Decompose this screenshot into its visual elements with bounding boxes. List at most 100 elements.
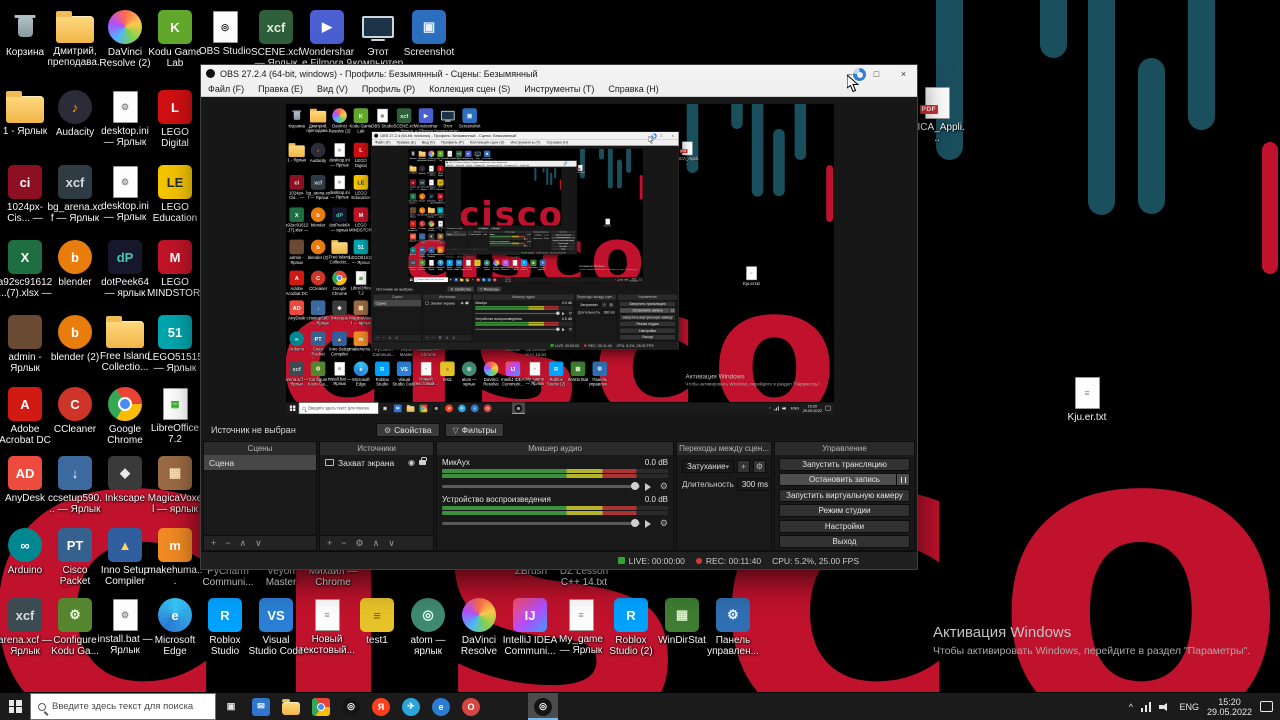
control-режим-студии-button[interactable]: Режим студии: [779, 504, 910, 517]
desktop-icon-davinci-resolve[interactable]: DaVinci Resolve: [451, 598, 507, 657]
sources-properties-icon[interactable]: ⚙: [356, 538, 364, 549]
desktop-icon-ccsetup590-ярлык[interactable]: ↓ ccsetup590... — Ярлык: [47, 456, 103, 515]
volume-slider-knob[interactable]: [630, 482, 639, 490]
add-transition-button[interactable]: +: [737, 460, 750, 473]
desktop-icon-этот-компьютер[interactable]: Этот компьютер: [350, 10, 406, 69]
desktop-icon-lego51515-ярлык[interactable]: 51 LEGO51515 — Ярлык: [147, 315, 203, 374]
start-button[interactable]: [0, 693, 30, 720]
menu-профиль-p[interactable]: Профиль (P): [355, 84, 422, 94]
desktop-icon-scene-xcf-ярлык[interactable]: xcfSCENE.xcf — Ярлык: [248, 10, 304, 69]
desktop-icon-obs-studio[interactable]: ◎ OBS Studio: [197, 10, 253, 57]
desktop-icon-дмитрий-преподава[interactable]: Дмитрий, преподава...: [47, 10, 103, 69]
desktop-icon-davinci-resolve-2[interactable]: DaVinci Resolve (2): [97, 10, 153, 69]
menu-вид-v[interactable]: Вид (V): [310, 84, 355, 94]
transition-properties-button[interactable]: ⚙: [753, 460, 766, 473]
desktop-icon-lego-education[interactable]: LE LEGO Education: [147, 165, 203, 224]
desktop-icon-test1[interactable]: ≡ test1: [349, 598, 405, 646]
desktop-icon-desktop-ini-ярлык[interactable]: ⚙ desktop.ini — Ярлык: [97, 90, 153, 148]
desktop-icon-lego-mindstor[interactable]: M LEGO MINDSTOR...: [147, 240, 203, 300]
transition-select[interactable]: Затухание ▾: [682, 460, 734, 473]
sources-move-down-icon[interactable]: ∨: [388, 538, 395, 549]
desktop-icon-visual-studio-code[interactable]: VS Visual Studio Code: [248, 598, 304, 657]
menu-коллекция-сцен-s[interactable]: Коллекция сцен (S): [422, 84, 517, 94]
gear-icon[interactable]: ⚙: [660, 481, 668, 492]
speaker-icon[interactable]: [644, 482, 655, 491]
taskbar-app-chrome[interactable]: [306, 693, 336, 720]
desktop-icon-screenshot[interactable]: ▣Screenshot_...: [401, 10, 457, 69]
control-запустить-виртуальную-камеру-button[interactable]: Запустить виртуальную камеру: [779, 488, 910, 502]
desktop-icon-audacity[interactable]: ♪ Audacity: [47, 90, 103, 138]
volume-slider[interactable]: [442, 482, 640, 490]
desktop-icon-anydesk[interactable]: AD AnyDesk: [0, 456, 53, 504]
desktop-icon-blender-2[interactable]: b blender (2): [47, 315, 103, 363]
desktop-icon-панель-управлен[interactable]: ⚙ Панель управлен...: [705, 598, 761, 657]
taskbar-app-opera[interactable]: O: [456, 693, 486, 720]
desktop-icon-wondershare-filmora-9[interactable]: ▶Wondershare Filmora 9: [299, 10, 355, 69]
desktop-icon-blender[interactable]: b blender: [47, 240, 103, 288]
control-остановить-запись-button[interactable]: Остановить запись: [779, 473, 910, 486]
volume-slider-knob[interactable]: [630, 519, 639, 527]
taskbar-app-telegram[interactable]: ✈: [396, 693, 426, 720]
lock-icon[interactable]: [419, 457, 427, 465]
desktop-icon-admin-ярлык[interactable]: admin - Ярлык: [0, 315, 53, 374]
scenes-move-up-icon[interactable]: ∧: [240, 538, 247, 549]
desktop-icon-inno-setup-compiler[interactable]: ▲ Inno Setup Compiler: [97, 528, 153, 587]
sources-add-icon[interactable]: +: [327, 538, 332, 548]
desktop-icon-a92sc91612-7-xlsx-яр[interactable]: Xa92sc91612...(7).xlsx — Яр...: [0, 240, 53, 300]
desktop-icon-dotpeek64-ярлык[interactable]: dP dotPeek64 — ярлык: [97, 240, 153, 299]
scenes-remove-icon[interactable]: −: [225, 538, 230, 548]
desktop-icon-kju-er-txt[interactable]: ≡ Kju.er.txt: [1059, 376, 1115, 423]
control-выход-button[interactable]: Выход: [779, 535, 910, 548]
desktop-icon-microsoft-edge[interactable]: e Microsoft Edge: [147, 598, 203, 657]
tray-expand-icon[interactable]: ^: [1129, 702, 1133, 712]
taskbar-app-mail[interactable]: ✉: [246, 693, 276, 720]
control-настройки-button[interactable]: Настройки: [779, 519, 910, 533]
notification-center-icon[interactable]: [1260, 701, 1273, 712]
desktop-icon-libreoffice-7-2[interactable]: ▤ LibreOffice 7.2: [147, 387, 203, 445]
desktop-icon-ccleaner[interactable]: C CCleaner: [47, 387, 103, 435]
speaker-icon[interactable]: [644, 519, 655, 528]
desktop-icon-windirstat[interactable]: ▦ WinDirStat: [654, 598, 710, 646]
desktop-icon-google-chrome[interactable]: Google Chrome: [97, 387, 153, 446]
taskbar-app-file-explorer[interactable]: [276, 693, 306, 720]
desktop-icon-makehuma[interactable]: m makehuma...: [147, 528, 203, 587]
desktop-icon-корзина[interactable]: Корзина: [0, 10, 53, 58]
menu-инструменты-t[interactable]: Инструменты (T): [517, 84, 601, 94]
desktop-icon-kodu-game-lab[interactable]: K Kodu Game Lab: [147, 10, 203, 69]
menu-правка-e[interactable]: Правка (E): [251, 84, 310, 94]
desktop-icon-1-ярлык[interactable]: 1 - Ярлык: [0, 90, 53, 137]
desktop-icon-desktop-ini-ярлык[interactable]: ⚙ desktop.ini — Ярлык: [97, 165, 153, 223]
taskbar-app-edge[interactable]: e: [426, 693, 456, 720]
close-button[interactable]: ×: [890, 65, 917, 82]
language-indicator[interactable]: ENG: [1179, 702, 1199, 712]
scenes-add-icon[interactable]: +: [211, 538, 216, 548]
taskbar-app-obs-active[interactable]: ◎: [528, 693, 558, 720]
desktop-icon-roblox-studio-2[interactable]: R Roblox Studio (2): [603, 598, 659, 657]
pause-recording-button[interactable]: [896, 474, 909, 485]
gear-icon[interactable]: ⚙: [660, 518, 668, 529]
desktop-icon-1024px-cis-ярлык[interactable]: ci 1024px-Cis... — Ярлык: [0, 165, 53, 225]
search-input[interactable]: [52, 701, 208, 712]
desktop-icon-lego-digital-designer[interactable]: L LEGO Digital Designer: [147, 90, 203, 150]
desktop-icon-roblox-studio[interactable]: R Roblox Studio: [197, 598, 253, 657]
taskbar-search[interactable]: [30, 693, 216, 720]
network-icon[interactable]: [1140, 701, 1152, 712]
desktop-icon-bg-arena-xcf-ярлык[interactable]: xcf bg_arena.xcf — Ярлык: [47, 165, 103, 224]
sources-move-up-icon[interactable]: ∧: [373, 538, 380, 549]
volume-icon[interactable]: [1159, 702, 1171, 712]
scenes-move-down-icon[interactable]: ∨: [255, 538, 262, 549]
properties-button[interactable]: ⚙ Свойства: [376, 423, 440, 437]
scene-item[interactable]: Сцена: [204, 455, 316, 470]
source-item[interactable]: Захват экрана ◉: [320, 455, 433, 470]
desktop-icon-configure-kodu-ga[interactable]: ⚙ Configure Kodu Ga...: [47, 598, 103, 657]
desktop-icon-free-island-collectio[interactable]: Free Island Collectio...: [97, 315, 153, 373]
taskbar-app-task-view[interactable]: ▣: [216, 693, 246, 720]
obs-titlebar[interactable]: OBS 27.2.4 (64-bit, windows) - Профиль: …: [201, 65, 917, 82]
desktop-icon-intellij-idea-communi[interactable]: IJ IntelliJ IDEA Communi...: [502, 598, 558, 657]
filters-button[interactable]: ▽ Фильтры: [444, 423, 505, 437]
clock[interactable]: 15:20 29.05.2022: [1207, 697, 1252, 717]
duration-spinner[interactable]: 300 ms▲▼: [736, 478, 771, 491]
desktop-icon-cisco-packet-tracer[interactable]: PT Cisco Packet Tracer: [47, 528, 103, 588]
sources-remove-icon[interactable]: −: [341, 538, 346, 548]
menu-файл-f[interactable]: Файл (F): [201, 84, 251, 94]
